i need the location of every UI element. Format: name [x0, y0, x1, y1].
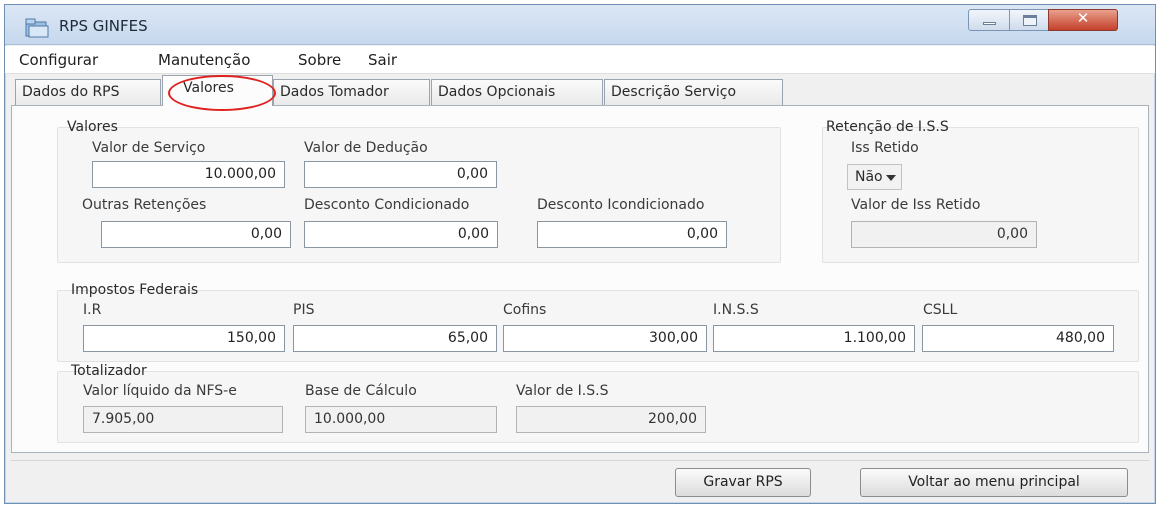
csll-label: CSLL — [923, 302, 958, 318]
inss-field[interactable]: 1.100,00 — [713, 325, 915, 352]
retencao-legend: Retenção de I.S.S — [826, 119, 949, 135]
valor-deducao-field[interactable]: 0,00 — [304, 161, 497, 188]
maximize-icon — [1023, 15, 1037, 26]
pis-field[interactable]: 65,00 — [293, 325, 497, 352]
minimize-button[interactable] — [968, 9, 1010, 31]
ir-field[interactable]: 150,00 — [83, 325, 285, 352]
desconto-incondicionado-field[interactable]: 0,00 — [537, 221, 727, 248]
totalizador-legend: Totalizador — [71, 363, 147, 379]
outras-retencoes-field[interactable]: 0,00 — [101, 221, 291, 248]
desconto-condicionado-label: Desconto Condicionado — [304, 197, 470, 213]
minimize-icon — [983, 22, 996, 25]
menu-manutencao[interactable]: Manutenção — [158, 51, 250, 69]
base-calculo-field: 10.000,00 — [305, 406, 497, 433]
inss-label: I.N.S.S — [713, 302, 759, 318]
dropdown-arrow-icon — [886, 175, 896, 181]
footer-separator — [11, 460, 1149, 461]
impostos-legend: Impostos Federais — [71, 282, 199, 298]
menu-sair[interactable]: Sair — [368, 51, 397, 69]
iss-retido-value: Não — [855, 169, 883, 185]
valor-iss-field: 200,00 — [516, 406, 706, 433]
close-icon: ✕ — [1076, 9, 1090, 27]
valor-servico-field[interactable]: 10.000,00 — [92, 161, 285, 188]
valor-liquido-field: 7.905,00 — [83, 406, 283, 433]
ir-label: I.R — [83, 302, 102, 318]
app-folder-icon — [25, 18, 49, 38]
desconto-condicionado-field[interactable]: 0,00 — [304, 221, 498, 248]
valor-servico-label: Valor de Serviço — [92, 140, 206, 156]
valor-iss-retido-label: Valor de Iss Retido — [851, 197, 981, 213]
valor-deducao-label: Valor de Dedução — [304, 140, 428, 156]
gravar-rps-button[interactable]: Gravar RPS — [675, 468, 811, 497]
cofins-field[interactable]: 300,00 — [503, 325, 707, 352]
valor-iss-label: Valor de I.S.S — [516, 383, 609, 399]
menu-sobre[interactable]: Sobre — [298, 51, 341, 69]
iss-retido-select[interactable]: Não — [847, 164, 902, 190]
highlight-circle — [168, 75, 276, 111]
title-bar[interactable]: RPS GINFES ✕ — [5, 5, 1155, 45]
close-button[interactable]: ✕ — [1048, 9, 1118, 31]
tab-dados-do-rps[interactable]: Dados do RPS — [15, 79, 161, 105]
pis-label: PIS — [293, 302, 315, 318]
tab-descricao-servico[interactable]: Descrição Serviço — [604, 79, 783, 105]
valores-legend: Valores — [67, 119, 118, 135]
tab-dados-opcionais[interactable]: Dados Opcionais — [431, 79, 603, 105]
base-calculo-label: Base de Cálculo — [305, 383, 417, 399]
tab-dados-tomador[interactable]: Dados Tomador — [273, 79, 430, 105]
menu-bar: Configurar Manutenção Sobre Sair — [5, 46, 1155, 74]
csll-field[interactable]: 480,00 — [922, 325, 1114, 352]
valor-liquido-label: Valor líquido da NFS-e — [83, 383, 237, 399]
desconto-incondicionado-label: Desconto Icondicionado — [537, 197, 705, 213]
valor-iss-retido-field: 0,00 — [851, 221, 1037, 248]
iss-retido-label: Iss Retido — [851, 140, 919, 156]
window-title: RPS GINFES — [59, 17, 148, 35]
outras-retencoes-label: Outras Retenções — [82, 197, 207, 213]
maximize-button[interactable] — [1009, 9, 1049, 31]
menu-configurar[interactable]: Configurar — [19, 51, 98, 69]
voltar-menu-button[interactable]: Voltar ao menu principal — [860, 468, 1128, 497]
app-window: RPS GINFES ✕ Configurar Manutenção Sobre… — [4, 4, 1156, 504]
cofins-label: Cofins — [503, 302, 547, 318]
